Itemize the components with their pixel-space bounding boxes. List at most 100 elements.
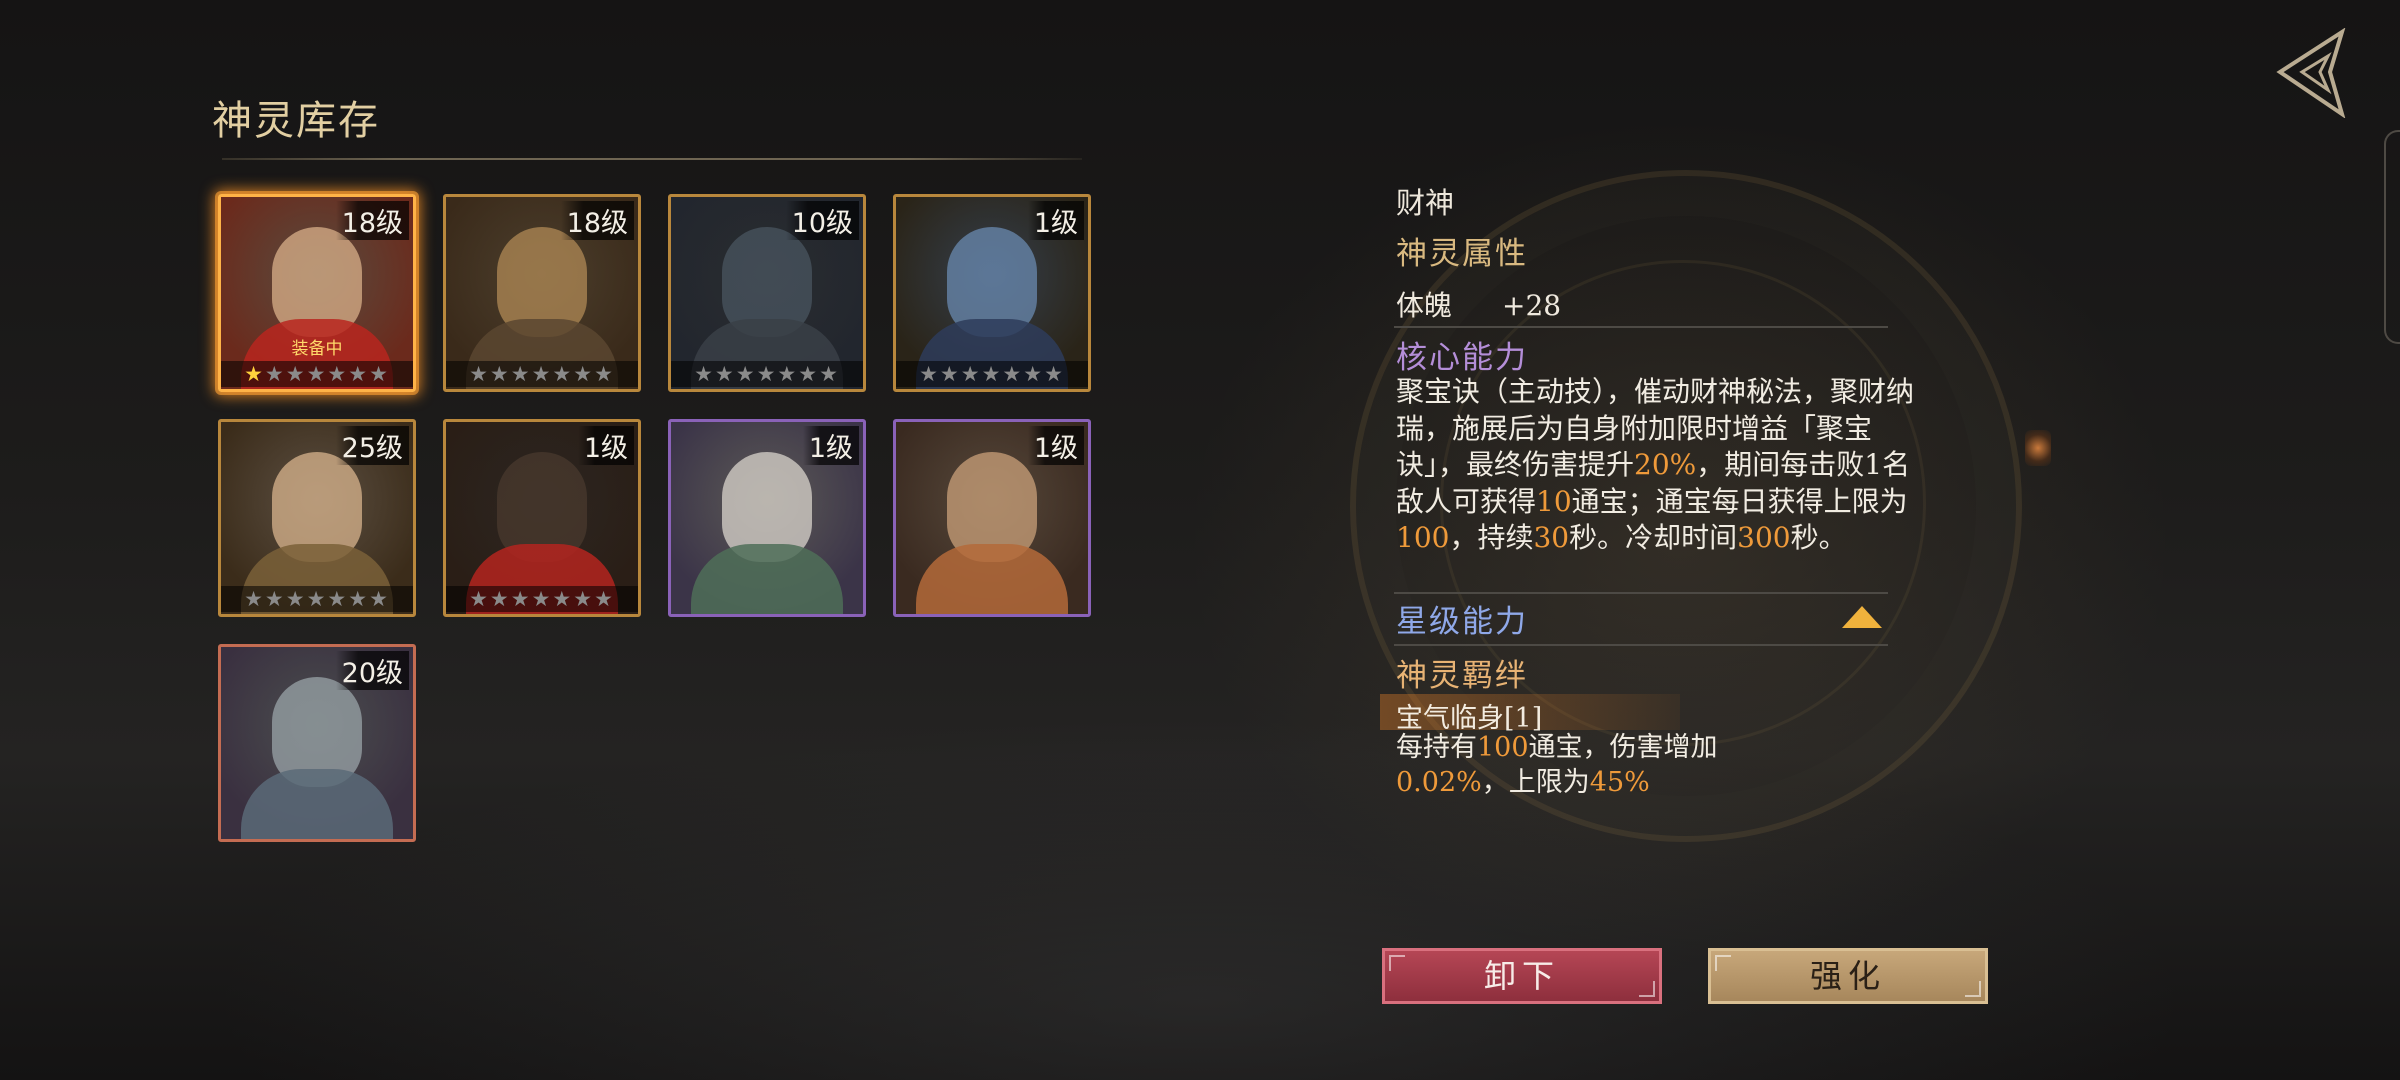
text-segment: 通宝，伤害增加 — [1528, 732, 1718, 763]
star-icon: ★ — [306, 362, 328, 386]
text-segment: 秒。 — [1790, 521, 1847, 554]
upgrade-button[interactable]: 强化 — [1708, 948, 1988, 1004]
star-icon: ★ — [489, 587, 511, 611]
stat-value: +28 — [1502, 289, 1562, 322]
level-label: 20级 — [335, 651, 409, 690]
star-icon: ★ — [573, 362, 595, 386]
portrait-body — [916, 544, 1068, 614]
star-icon: ★ — [756, 362, 778, 386]
text-segment: 通宝；通宝每日获得上限为 — [1571, 484, 1908, 518]
highlighted-value: 30 — [1533, 521, 1570, 554]
unequip-button[interactable]: 卸下 — [1382, 948, 1662, 1004]
level-label: 10级 — [785, 201, 859, 240]
star-icon: ★ — [552, 587, 574, 611]
star-icon: ★ — [510, 362, 532, 386]
deity-card[interactable]: 1级 ★★★★★★★ — [893, 194, 1091, 392]
star-icon: ★ — [306, 587, 328, 611]
highlighted-value: 10 — [1536, 484, 1572, 518]
star-icon: ★ — [1002, 362, 1024, 386]
stat-row: 体魄 +28 — [1396, 284, 1561, 324]
text-segment: 秒。冷却时间 — [1569, 521, 1738, 554]
star-icon: ★ — [960, 362, 982, 386]
star-icon: ★ — [244, 587, 265, 611]
deity-card[interactable]: 10级 ★★★★★★★ — [668, 194, 866, 392]
star-icon: ★ — [327, 362, 349, 386]
text-segment: ，持续 — [1449, 521, 1534, 554]
star-icon: ★ — [1044, 362, 1065, 386]
star-icon: ★ — [1023, 362, 1045, 386]
star-icon: ★ — [369, 362, 390, 386]
star-rating: ★★★★★★★ — [221, 361, 413, 387]
deity-card[interactable]: 18级 装备中 ★★★★★★★ — [218, 194, 416, 392]
star-icon: ★ — [798, 362, 820, 386]
star-icon: ★ — [777, 362, 799, 386]
deity-card[interactable]: 1级 — [668, 419, 866, 617]
portrait-body — [241, 769, 393, 839]
background-lantern — [2025, 430, 2051, 466]
star-icon: ★ — [264, 362, 286, 386]
deity-card[interactable]: 1级 ★★★★★★★ — [443, 419, 641, 617]
side-tab-handle[interactable] — [2384, 130, 2400, 344]
collapse-caret-icon[interactable] — [1842, 606, 1882, 628]
title-divider — [222, 158, 1082, 160]
panel-title: 神灵库存 — [212, 98, 380, 144]
divider — [1394, 644, 1888, 646]
star-rating: ★★★★★★★ — [896, 361, 1088, 387]
text-segment: 每持有 — [1396, 732, 1477, 763]
level-label: 18级 — [560, 201, 634, 240]
star-icon: ★ — [694, 362, 715, 386]
deity-card[interactable]: 20级 — [218, 644, 416, 842]
star-icon: ★ — [531, 587, 553, 611]
star-icon: ★ — [939, 362, 961, 386]
deity-name: 财神 — [1396, 186, 1455, 220]
deity-card[interactable]: 25级 ★★★★★★★ — [218, 419, 416, 617]
star-icon: ★ — [285, 362, 307, 386]
star-icon: ★ — [919, 362, 940, 386]
back-arrow-icon[interactable] — [2272, 27, 2348, 119]
bond-description: 每持有100通宝，伤害增加 0.02%，上限为45% — [1396, 730, 1796, 800]
star-icon: ★ — [573, 587, 595, 611]
star-rating: ★★★★★★★ — [446, 361, 638, 387]
text-segment: ，上限为 — [1481, 767, 1590, 798]
star-icon: ★ — [327, 587, 349, 611]
star-icon: ★ — [552, 362, 574, 386]
star-rating: ★★★★★★★ — [446, 586, 638, 612]
level-label: 1级 — [1027, 426, 1084, 465]
highlighted-value: 0.02% — [1396, 767, 1482, 798]
highlighted-value: 100 — [1477, 732, 1529, 763]
level-label: 1级 — [1027, 201, 1084, 240]
star-icon: ★ — [714, 362, 736, 386]
star-icon: ★ — [244, 362, 265, 386]
stat-label: 体魄 — [1396, 289, 1453, 322]
level-label: 18级 — [335, 201, 409, 240]
star-icon: ★ — [285, 587, 307, 611]
attributes-heading: 神灵属性 — [1396, 236, 1528, 272]
equipped-label: 装备中 — [291, 339, 343, 359]
star-icon: ★ — [369, 587, 390, 611]
star-icon: ★ — [264, 587, 286, 611]
bond-heading: 神灵羁绊 — [1396, 658, 1528, 694]
star-icon: ★ — [510, 587, 532, 611]
star-rating: ★★★★★★★ — [671, 361, 863, 387]
star-icon: ★ — [469, 587, 490, 611]
core-ability-description: 聚宝诀（主动技），催动财神秘法，聚财纳瑞，施展后为自身附加限时增益「聚宝诀」，最… — [1396, 374, 1916, 557]
star-ability-heading[interactable]: 星级能力 — [1396, 596, 1528, 641]
star-icon: ★ — [594, 362, 615, 386]
core-ability-heading: 核心能力 — [1396, 340, 1528, 376]
star-icon: ★ — [469, 362, 490, 386]
divider — [1394, 326, 1888, 328]
level-label: 1级 — [577, 426, 634, 465]
deity-card[interactable]: 1级 — [893, 419, 1091, 617]
highlighted-value: 100 — [1396, 521, 1450, 554]
star-icon: ★ — [735, 362, 757, 386]
star-icon: ★ — [348, 587, 370, 611]
star-icon: ★ — [819, 362, 840, 386]
portrait-body — [691, 544, 843, 614]
divider — [1394, 592, 1888, 594]
star-icon: ★ — [348, 362, 370, 386]
deity-card[interactable]: 18级 ★★★★★★★ — [443, 194, 641, 392]
highlighted-value: 45% — [1589, 767, 1650, 798]
highlighted-value: 300 — [1737, 521, 1791, 554]
star-icon: ★ — [531, 362, 553, 386]
level-label: 1级 — [802, 426, 859, 465]
